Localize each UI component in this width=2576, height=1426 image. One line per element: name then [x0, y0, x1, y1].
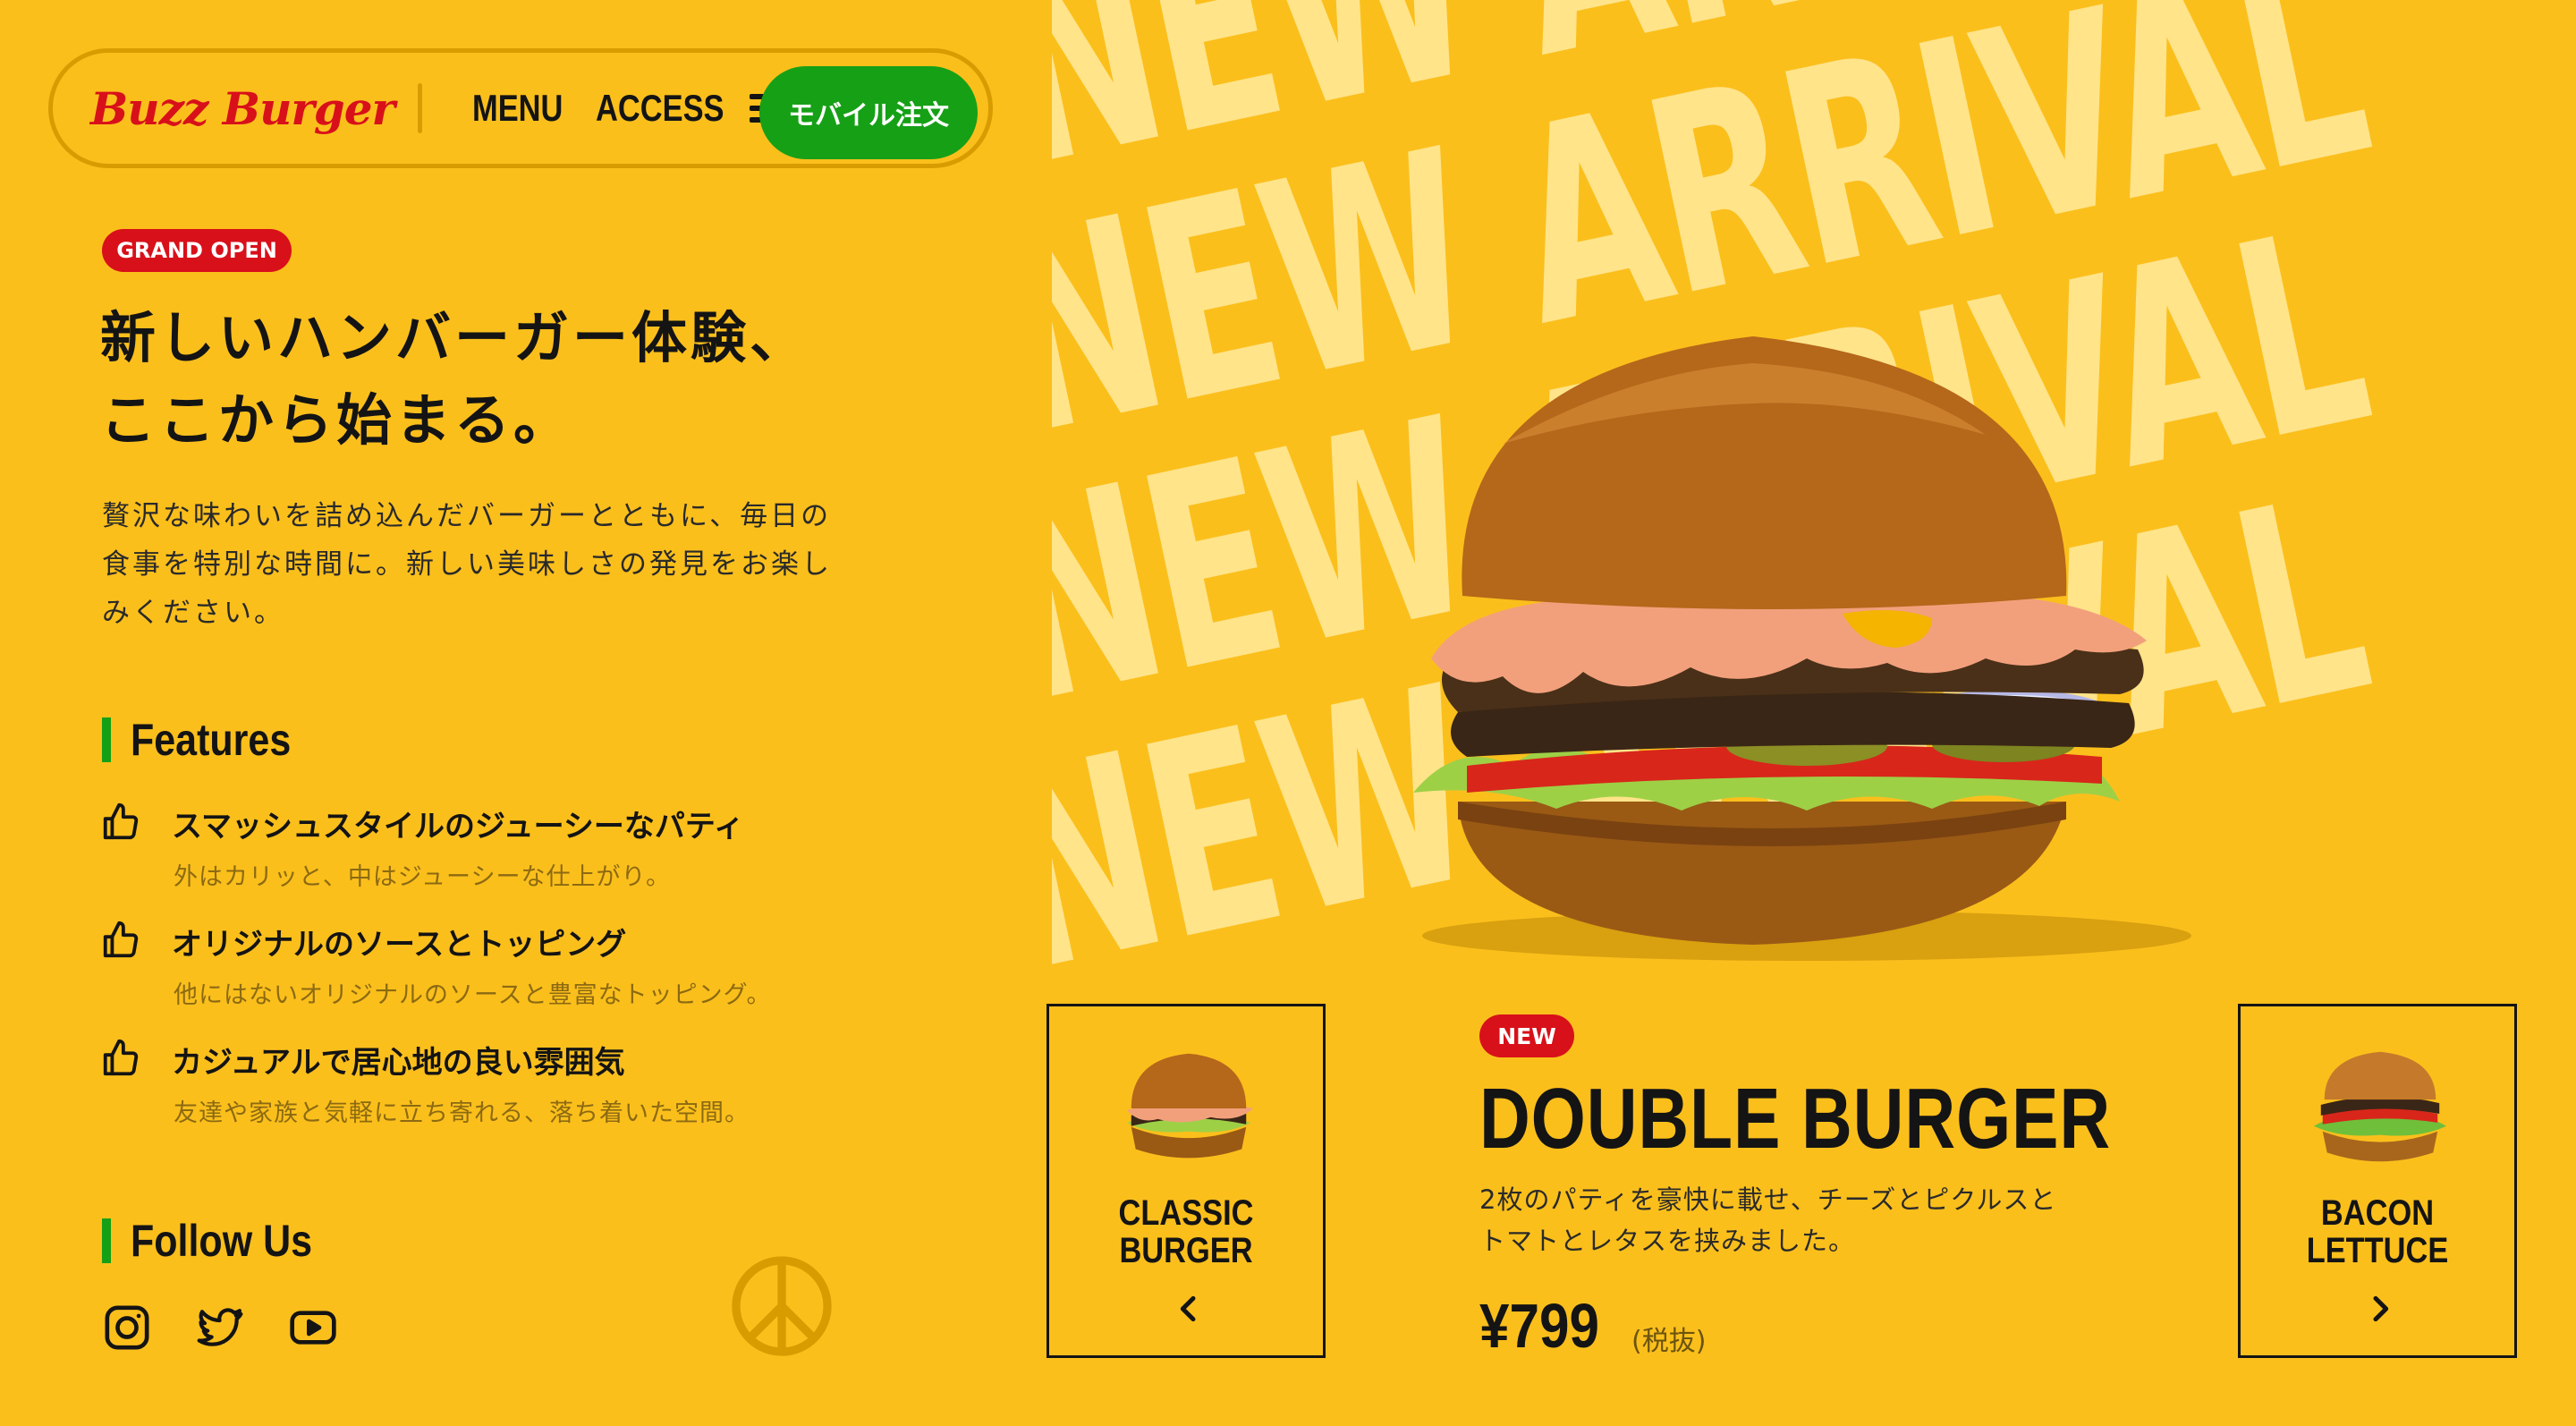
prev-product-card[interactable]: CLASSIC BURGER — [1046, 1004, 1326, 1358]
heading-accent-bar — [102, 717, 111, 762]
thumbs-up-icon — [103, 1039, 139, 1076]
peace-sign-icon — [732, 1256, 832, 1356]
feature-desc: 外はカリッと、中はジューシーな仕上がり。 — [174, 863, 671, 891]
bacon-lettuce-burger-thumbnail — [2313, 1051, 2447, 1162]
thumbs-up-icon — [103, 921, 139, 958]
prev-product-label: CLASSIC BURGER — [1068, 1194, 1303, 1269]
features-heading: Features — [102, 714, 317, 766]
double-burger-image — [1413, 336, 2191, 961]
prev-label-line-1: CLASSIC — [1118, 1193, 1254, 1233]
headline-line-1: 新しいハンバーガー体験、 — [100, 305, 809, 370]
instagram-icon[interactable] — [102, 1303, 152, 1353]
prev-label-line-2: BURGER — [1119, 1231, 1253, 1270]
headline-line-2: ここから始まる。 — [100, 387, 573, 453]
feature-title: オリジナルのソースとトッピング — [172, 927, 627, 963]
logo[interactable]: Buzz Burger — [90, 82, 395, 135]
features-title-text: Features — [131, 715, 292, 765]
feature-desc: 友達や家族と気軽に立ち寄れる、落ち着いた空間。 — [174, 1099, 750, 1127]
next-product-card[interactable]: BACON LETTUCE — [2238, 1004, 2517, 1358]
youtube-icon[interactable] — [288, 1303, 338, 1353]
site-header: Buzz Burger MENU ACCESS モバイル注文 — [48, 48, 993, 168]
grand-open-badge: GRAND OPEN — [102, 229, 292, 272]
follow-title-text: Follow Us — [131, 1216, 313, 1266]
twitter-icon[interactable] — [195, 1303, 245, 1353]
feature-title: スマッシュスタイルのジューシーなパティ — [172, 809, 744, 845]
hero-headline: 新しいハンバーガー体験、 ここから始まる。 — [100, 297, 905, 462]
tax-note: (税抜) — [1631, 1326, 1707, 1357]
next-product-label: BACON LETTUCE — [2259, 1194, 2495, 1269]
product-desc-line-2: トマトとレタスを挟みました。 — [1479, 1226, 1856, 1256]
next-label-line-2: LETTUCE — [2306, 1231, 2449, 1270]
product-desc-line-1: 2枚のパティを豪快に載せ、チーズとピクルスと — [1479, 1184, 2057, 1215]
new-badge: NEW — [1479, 1014, 1574, 1057]
product-price: ¥799 — [1479, 1291, 1599, 1361]
heading-accent-bar — [102, 1218, 111, 1263]
hero-lead: 贅沢な味わいを詰め込んだバーガーとともに、毎日の食事を特別な時間に。新しい美味し… — [102, 500, 832, 629]
classic-burger-thumbnail — [1126, 1053, 1254, 1159]
mobile-order-button[interactable]: モバイル注文 — [759, 66, 978, 159]
feature-desc: 他にはないオリジナルのソースと豊富なトッピング。 — [174, 981, 772, 1009]
thumbs-up-icon — [103, 802, 139, 840]
next-label-line-1: BACON — [2320, 1193, 2435, 1233]
nav-access-link[interactable]: ACCESS — [596, 87, 724, 130]
product-name: DOUBLE BURGER — [1479, 1071, 2112, 1167]
product-description: 2枚のパティを豪快に載せ、チーズとピクルスと トマトとレタスを挟みました。 — [1479, 1179, 2106, 1261]
chevron-left-icon[interactable] — [1171, 1291, 1207, 1327]
logo-divider — [417, 83, 422, 133]
chevron-right-icon[interactable] — [2362, 1291, 2398, 1327]
nav-menu-link[interactable]: MENU — [472, 87, 573, 130]
follow-heading: Follow Us — [102, 1215, 342, 1267]
feature-title: カジュアルで居心地の良い雰囲気 — [172, 1045, 625, 1081]
